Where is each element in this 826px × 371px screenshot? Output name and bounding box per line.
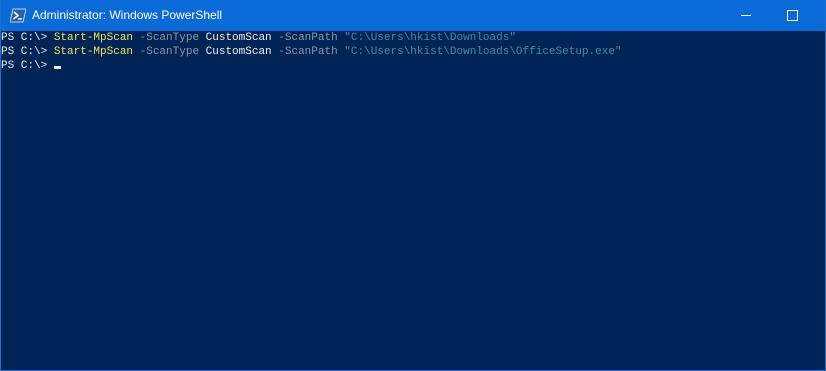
cmdlet-name: Start-MpScan — [53, 32, 134, 44]
parameter-value: CustomScan — [199, 46, 272, 58]
string-argument: "C:\Users\hkist\Downloads" — [337, 32, 516, 44]
parameter-name: -ScanType — [133, 32, 200, 44]
prompt-text: PS C:\> — [1, 46, 54, 58]
cmdlet-name: Start-MpScan — [53, 46, 134, 58]
window-title: Administrator: Windows PowerShell — [32, 8, 223, 22]
minimize-button[interactable] — [723, 0, 769, 31]
powershell-window: Administrator: Windows PowerShell PS C:\… — [0, 0, 826, 371]
input-line[interactable]: PS C:\> — [1, 59, 825, 73]
console-line: PS C:\> Start-MpScan -ScanType CustomSca… — [1, 31, 825, 45]
maximize-button[interactable] — [769, 0, 815, 31]
maximize-icon — [786, 10, 798, 21]
parameter-value: CustomScan — [199, 32, 272, 44]
prompt-text: PS C:\> — [1, 32, 54, 44]
title-bar[interactable]: Administrator: Windows PowerShell — [1, 0, 825, 31]
text-cursor — [53, 66, 61, 69]
current-prompt: PS C:\> — [1, 60, 54, 72]
parameter-name: -ScanPath — [271, 32, 338, 44]
minimize-icon — [741, 15, 751, 16]
parameter-name: -ScanType — [133, 46, 200, 58]
powershell-icon — [10, 8, 26, 23]
console-output[interactable]: PS C:\> Start-MpScan -ScanType CustomSca… — [1, 31, 825, 370]
parameter-name: -ScanPath — [271, 46, 338, 58]
string-argument: "C:\Users\hkist\Downloads\OfficeSetup.ex… — [337, 46, 622, 58]
console-line: PS C:\> Start-MpScan -ScanType CustomSca… — [1, 45, 825, 59]
